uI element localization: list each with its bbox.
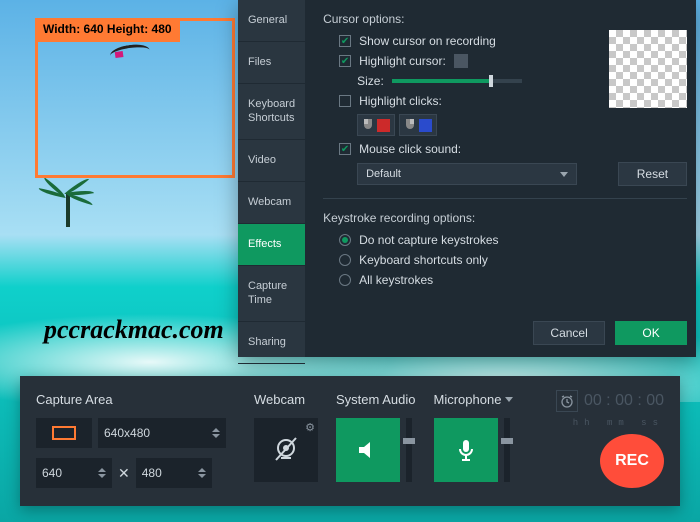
microphone-icon [452,436,480,464]
system-audio-group: System Audio [336,390,416,488]
mouse-sound-value: Default [366,168,401,180]
chevron-up-icon [212,428,220,432]
microphone-toggle-button[interactable] [434,418,498,482]
system-audio-heading: System Audio [336,390,416,408]
tab-capture-time[interactable]: Capture Time [238,266,305,321]
gear-icon[interactable]: ⚙ [305,421,315,434]
right-click-color[interactable] [399,114,437,136]
timer-units-label: hh mm ss [573,418,664,428]
highlight-clicks-label: Highlight clicks: [359,94,442,108]
capture-preset-dropdown[interactable]: 640x480 [98,418,226,448]
capture-preset-value: 640x480 [104,426,150,440]
tab-video[interactable]: Video [238,140,305,182]
height-value: 480 [142,466,162,480]
keystroke-shortcuts-label: Keyboard shortcuts only [359,253,488,267]
schedule-button[interactable] [556,390,578,412]
cursor-size-label: Size: [357,74,384,88]
width-value: 640 [42,466,62,480]
dimension-separator: ✕ [118,465,130,482]
height-stepper[interactable]: 480 [136,458,212,488]
tab-sharing[interactable]: Sharing [238,322,305,364]
system-audio-toggle-button[interactable] [336,418,400,482]
ok-button[interactable]: OK [615,321,687,345]
cancel-button[interactable]: Cancel [533,321,605,345]
webcam-group: Webcam ⚙ [254,390,318,488]
mouse-sound-label: Mouse click sound: [359,142,461,156]
record-button[interactable]: REC [600,434,664,488]
tab-keyboard-shortcuts[interactable]: Keyboard Shortcuts [238,84,305,139]
tab-general[interactable]: General [238,0,305,42]
timer-display: 00 : 00 : 00 [584,392,664,410]
keystroke-none-radio[interactable] [339,234,351,246]
webcam-heading: Webcam [254,390,318,408]
chevron-down-icon [560,172,568,177]
system-audio-volume-slider[interactable] [406,418,412,482]
divider [323,198,687,199]
keystroke-all-label: All keystrokes [359,273,433,287]
settings-dialog: General Files Keyboard Shortcuts Video W… [238,0,696,357]
alarm-clock-icon [560,394,574,408]
chevron-down-icon[interactable] [505,397,513,402]
webcam-off-icon [271,435,301,465]
highlight-cursor-label: Highlight cursor: [359,54,446,68]
highlight-cursor-color-swatch[interactable] [454,54,468,68]
microphone-group: Microphone [434,390,514,488]
cursor-size-slider[interactable] [392,79,522,83]
tab-files[interactable]: Files [238,42,305,84]
keystroke-options-heading: Keystroke recording options: [323,211,687,225]
crop-icon [52,426,76,440]
speaker-icon [354,436,382,464]
highlight-clicks-checkbox[interactable] [339,95,351,107]
tab-webcam[interactable]: Webcam [238,182,305,224]
capture-area-group: Capture Area 640x480 640 ✕ 480 [36,390,236,488]
highlight-cursor-checkbox[interactable] [339,55,351,67]
keystroke-shortcuts-radio[interactable] [339,254,351,266]
chevron-down-icon [212,434,220,438]
mouse-sound-dropdown[interactable]: Default [357,163,577,185]
cursor-preview-checkerboard [609,30,687,108]
capture-toolbar: Capture Area 640x480 640 ✕ 480 [20,376,680,506]
settings-tabs: General Files Keyboard Shortcuts Video W… [238,0,305,357]
mouse-sound-checkbox[interactable] [339,143,351,155]
tab-effects[interactable]: Effects [238,224,305,266]
effects-panel: Cursor options: Show cursor on recording… [305,0,700,357]
reset-button[interactable]: Reset [618,162,687,186]
capture-region-size-label: Width: 640 Height: 480 [35,18,180,42]
timer-group: 00 : 00 : 00 hh mm ss REC [556,390,664,488]
microphone-volume-slider[interactable] [504,418,510,482]
show-cursor-label: Show cursor on recording [359,34,496,48]
show-cursor-checkbox[interactable] [339,35,351,47]
microphone-heading: Microphone [434,392,502,407]
width-stepper[interactable]: 640 [36,458,112,488]
capture-area-icon-button[interactable] [36,418,92,448]
keystroke-none-label: Do not capture keystrokes [359,233,498,247]
left-click-color[interactable] [357,114,395,136]
cursor-options-heading: Cursor options: [323,12,687,26]
webcam-toggle-button[interactable]: ⚙ [254,418,318,482]
capture-region-outline[interactable] [35,18,235,178]
watermark-text: pccrackmac.com [44,315,224,345]
capture-area-heading: Capture Area [36,390,236,408]
keystroke-all-radio[interactable] [339,274,351,286]
